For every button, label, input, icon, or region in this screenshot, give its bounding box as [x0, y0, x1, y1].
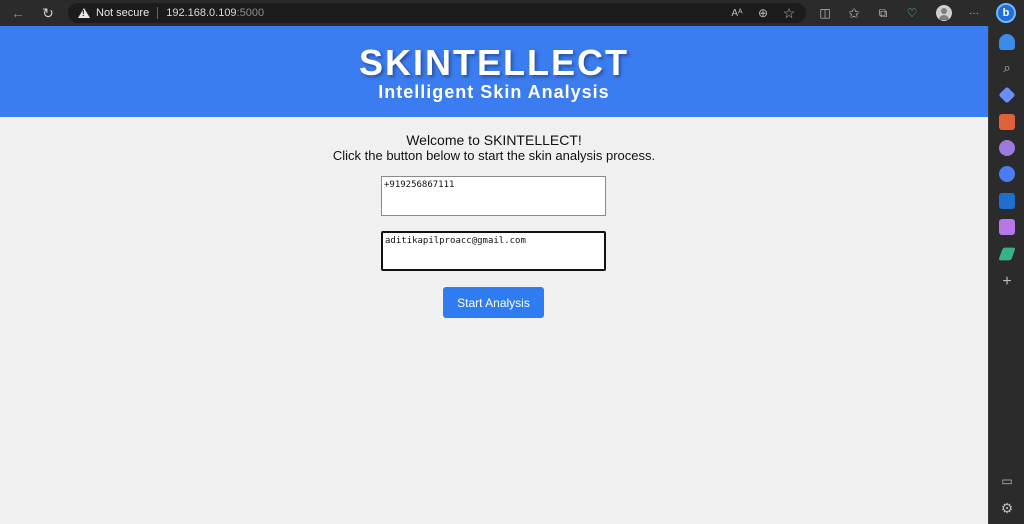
security-status[interactable]: Not secure	[96, 7, 149, 19]
notification-bell-icon[interactable]	[999, 34, 1015, 50]
browser-toolbar: ← ↻ Not secure 192.168.0.109:5000 Aᴬ ⊕ ☆…	[0, 0, 1024, 26]
start-analysis-button[interactable]: Start Analysis	[443, 287, 544, 318]
read-aloud-icon[interactable]: Aᴬ	[728, 4, 746, 22]
browser-essentials-icon[interactable]: ♡	[903, 4, 921, 22]
welcome-message: Welcome to SKINTELLECT!	[406, 132, 582, 148]
more-options-icon[interactable]: ···	[965, 4, 983, 22]
split-screen-icon[interactable]: ◫	[816, 4, 834, 22]
zoom-icon[interactable]: ⊕	[754, 4, 772, 22]
favorites-icon[interactable]: ✩	[845, 4, 863, 22]
copilot-icon[interactable]	[999, 166, 1015, 182]
telescope-icon[interactable]	[998, 247, 1016, 261]
outlook-icon[interactable]	[999, 193, 1015, 209]
back-icon[interactable]: ←	[7, 2, 29, 24]
collections-icon[interactable]: ⧉	[874, 4, 892, 22]
warning-icon[interactable]	[78, 8, 90, 18]
settings-gear-icon[interactable]: ⚙	[999, 500, 1015, 516]
sidebar-toggle-icon[interactable]: ▭	[999, 473, 1015, 489]
address-bar[interactable]: Not secure 192.168.0.109:5000	[68, 3, 806, 23]
url-port[interactable]: :5000	[237, 7, 265, 19]
favorite-star-icon[interactable]: ☆	[780, 4, 798, 22]
shopping-tag-icon[interactable]	[998, 86, 1016, 104]
page-viewport: SKINTELLECT Intelligent Skin Analysis We…	[0, 26, 988, 524]
header-banner: SKINTELLECT Intelligent Skin Analysis	[0, 26, 988, 117]
instructions-text: Click the button below to start the skin…	[332, 148, 656, 163]
drop-editor-icon[interactable]	[999, 219, 1015, 235]
tools-briefcase-icon[interactable]	[999, 114, 1015, 130]
address-divider	[157, 7, 159, 19]
email-field[interactable]: aditikapilproacc@gmail.com	[381, 231, 606, 271]
phone-field[interactable]: +919256867111	[381, 176, 606, 216]
browser-sidebar: ⌕ + ▭ ⚙	[988, 26, 1024, 524]
search-icon[interactable]: ⌕	[999, 60, 1015, 76]
bing-copilot-icon[interactable]: b	[996, 3, 1016, 23]
add-icon[interactable]: +	[999, 273, 1015, 290]
url-host[interactable]: 192.168.0.109	[166, 7, 236, 19]
page-subtitle: Intelligent Skin Analysis	[378, 82, 610, 102]
profile-avatar-icon[interactable]	[936, 5, 952, 21]
people-icon[interactable]	[999, 140, 1015, 156]
page-title: SKINTELLECT	[359, 42, 629, 83]
refresh-icon[interactable]: ↻	[37, 2, 59, 24]
